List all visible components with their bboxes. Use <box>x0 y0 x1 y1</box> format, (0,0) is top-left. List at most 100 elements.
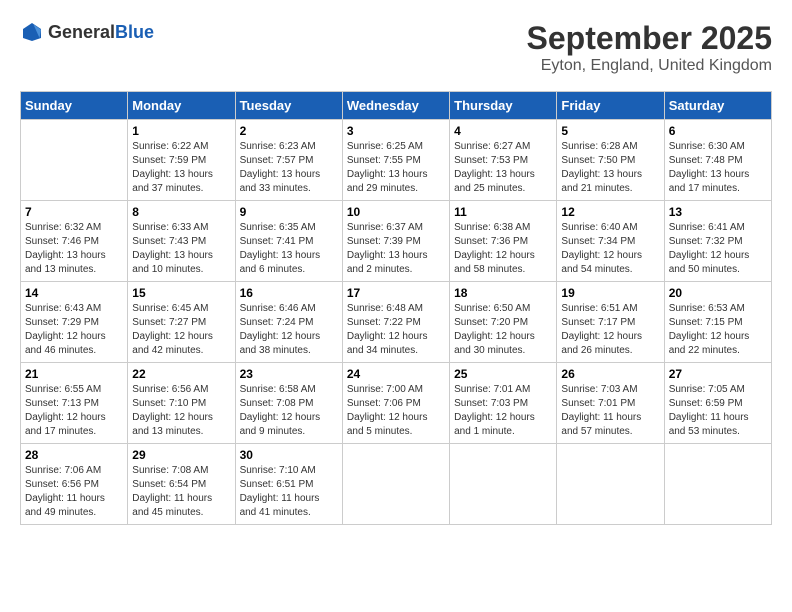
daylight-text: Daylight: 12 hours and 1 minute. <box>454 411 552 439</box>
day-cell-3-2: 23 Sunrise: 6:58 AMSunset: 7:08 PMDayligh… <box>235 363 342 444</box>
sunrise-text: Sunrise: 6:23 AM <box>240 140 338 154</box>
day-info: Sunrise: 6:45 AMSunset: 7:27 PMDaylight:… <box>132 302 230 358</box>
day-number: 8 <box>132 205 230 219</box>
month-title: September 2025 <box>527 20 772 57</box>
sunset-text: Sunset: 6:59 PM <box>669 397 767 411</box>
sunset-text: Sunset: 7:20 PM <box>454 316 552 330</box>
col-thursday: Thursday <box>450 92 557 120</box>
sunrise-text: Sunrise: 6:33 AM <box>132 221 230 235</box>
day-cell-2-5: 19Sunrise: 6:51 AMSunset: 7:17 PMDayligh… <box>557 282 664 363</box>
daylight-text: Daylight: 12 hours and 38 minutes. <box>240 330 338 358</box>
day-info: Sunrise: 7:03 AMSunset: 7:01 PMDaylight:… <box>561 383 659 439</box>
daylight-text: Daylight: 13 hours and 10 minutes. <box>132 249 230 277</box>
sunrise-text: Sunrise: 6:22 AM <box>132 140 230 154</box>
sunset-text: Sunset: 7:06 PM <box>347 397 445 411</box>
day-number: 19 <box>561 286 659 300</box>
day-info: Sunrise: 6:46 AMSunset: 7:24 PMDaylight:… <box>240 302 338 358</box>
sunrise-text: Sunrise: 7:06 AM <box>25 464 123 478</box>
day-number: 28 <box>25 448 123 462</box>
sunset-text: Sunset: 7:08 PM <box>240 397 338 411</box>
day-number: 4 <box>454 124 552 138</box>
title-block: September 2025 Eyton, England, United Ki… <box>527 20 772 75</box>
day-number: 26 <box>561 367 659 381</box>
week-row-3: 14Sunrise: 6:43 AMSunset: 7:29 PMDayligh… <box>21 282 772 363</box>
sunset-text: Sunset: 6:51 PM <box>240 478 338 492</box>
day-number: 24 <box>347 367 445 381</box>
sunset-text: Sunset: 7:01 PM <box>561 397 659 411</box>
sunset-text: Sunset: 7:13 PM <box>25 397 123 411</box>
day-cell-4-4 <box>450 444 557 525</box>
daylight-text: Daylight: 12 hours and 17 minutes. <box>25 411 123 439</box>
day-number: 22 <box>132 367 230 381</box>
sunset-text: Sunset: 7:41 PM <box>240 235 338 249</box>
day-cell-3-0: 21 Sunrise: 6:55 AMSunset: 7:13 PMDayligh… <box>21 363 128 444</box>
daylight-text: Daylight: 11 hours and 45 minutes. <box>132 492 230 520</box>
daylight-text: Daylight: 11 hours and 53 minutes. <box>669 411 767 439</box>
day-info: Sunrise: 6:32 AMSunset: 7:46 PMDaylight:… <box>25 221 123 277</box>
day-cell-1-4: 11Sunrise: 6:38 AMSunset: 7:36 PMDayligh… <box>450 201 557 282</box>
day-number: 18 <box>454 286 552 300</box>
day-cell-2-6: 20Sunrise: 6:53 AMSunset: 7:15 PMDayligh… <box>664 282 771 363</box>
day-info: Sunrise: 6:27 AMSunset: 7:53 PMDaylight:… <box>454 140 552 196</box>
sunrise-text: Sunrise: 7:03 AM <box>561 383 659 397</box>
sunrise-text: Sunrise: 6:51 AM <box>561 302 659 316</box>
sunset-text: Sunset: 7:03 PM <box>454 397 552 411</box>
day-number: 29 <box>132 448 230 462</box>
day-cell-3-4: 25Sunrise: 7:01 AMSunset: 7:03 PMDayligh… <box>450 363 557 444</box>
day-number: 14 <box>25 286 123 300</box>
sunrise-text: Sunrise: 6:32 AM <box>25 221 123 235</box>
sunrise-text: Sunrise: 7:08 AM <box>132 464 230 478</box>
day-info: Sunrise: 6:23 AMSunset: 7:57 PMDaylight:… <box>240 140 338 196</box>
calendar-header-row: Sunday Monday Tuesday Wednesday Thursday… <box>21 92 772 120</box>
sunrise-text: Sunrise: 6:41 AM <box>669 221 767 235</box>
sunrise-text: Sunrise: 6:56 AM <box>132 383 230 397</box>
daylight-text: Daylight: 11 hours and 49 minutes. <box>25 492 123 520</box>
day-info: Sunrise: 6:40 AMSunset: 7:34 PMDaylight:… <box>561 221 659 277</box>
day-cell-1-1: 8Sunrise: 6:33 AMSunset: 7:43 PMDaylight… <box>128 201 235 282</box>
sunrise-text: Sunrise: 6:35 AM <box>240 221 338 235</box>
day-number: 9 <box>240 205 338 219</box>
sunset-text: Sunset: 6:54 PM <box>132 478 230 492</box>
day-number: 23 <box>240 367 338 381</box>
day-cell-3-5: 26 Sunrise: 7:03 AMSunset: 7:01 PMDayligh… <box>557 363 664 444</box>
day-number: 3 <box>347 124 445 138</box>
sunset-text: Sunset: 7:39 PM <box>347 235 445 249</box>
daylight-text: Daylight: 12 hours and 26 minutes. <box>561 330 659 358</box>
daylight-text: Daylight: 12 hours and 54 minutes. <box>561 249 659 277</box>
sunset-text: Sunset: 7:57 PM <box>240 154 338 168</box>
daylight-text: Daylight: 12 hours and 22 minutes. <box>669 330 767 358</box>
day-number: 2 <box>240 124 338 138</box>
day-info: Sunrise: 6:22 AMSunset: 7:59 PMDaylight:… <box>132 140 230 196</box>
logo-text: GeneralBlue <box>48 22 154 43</box>
day-info: Sunrise: 6:55 AMSunset: 7:13 PMDaylight:… <box>25 383 123 439</box>
daylight-text: Daylight: 12 hours and 30 minutes. <box>454 330 552 358</box>
day-info: Sunrise: 7:00 AMSunset: 7:06 PMDaylight:… <box>347 383 445 439</box>
sunrise-text: Sunrise: 7:10 AM <box>240 464 338 478</box>
day-info: Sunrise: 6:58 AMSunset: 7:08 PMDaylight:… <box>240 383 338 439</box>
col-saturday: Saturday <box>664 92 771 120</box>
day-cell-1-0: 7Sunrise: 6:32 AMSunset: 7:46 PMDaylight… <box>21 201 128 282</box>
day-cell-0-0 <box>21 120 128 201</box>
day-cell-0-2: 2 Sunrise: 6:23 AMSunset: 7:57 PMDaylight… <box>235 120 342 201</box>
daylight-text: Daylight: 11 hours and 57 minutes. <box>561 411 659 439</box>
day-cell-0-1: 1Sunrise: 6:22 AMSunset: 7:59 PMDaylight… <box>128 120 235 201</box>
sunset-text: Sunset: 7:55 PM <box>347 154 445 168</box>
day-number: 20 <box>669 286 767 300</box>
daylight-text: Daylight: 13 hours and 2 minutes. <box>347 249 445 277</box>
day-cell-4-2: 30Sunrise: 7:10 AMSunset: 6:51 PMDayligh… <box>235 444 342 525</box>
sunset-text: Sunset: 7:27 PM <box>132 316 230 330</box>
daylight-text: Daylight: 13 hours and 6 minutes. <box>240 249 338 277</box>
page-header: GeneralBlue September 2025 Eyton, Englan… <box>20 20 772 75</box>
day-number: 21 <box>25 367 123 381</box>
day-info: Sunrise: 7:08 AMSunset: 6:54 PMDaylight:… <box>132 464 230 520</box>
sunrise-text: Sunrise: 6:25 AM <box>347 140 445 154</box>
day-cell-3-1: 22Sunrise: 6:56 AMSunset: 7:10 PMDayligh… <box>128 363 235 444</box>
daylight-text: Daylight: 13 hours and 33 minutes. <box>240 168 338 196</box>
sunrise-text: Sunrise: 6:45 AM <box>132 302 230 316</box>
sunset-text: Sunset: 7:53 PM <box>454 154 552 168</box>
day-cell-0-4: 4 Sunrise: 6:27 AMSunset: 7:53 PMDaylight… <box>450 120 557 201</box>
day-info: Sunrise: 7:05 AMSunset: 6:59 PMDaylight:… <box>669 383 767 439</box>
sunrise-text: Sunrise: 6:53 AM <box>669 302 767 316</box>
day-info: Sunrise: 6:48 AMSunset: 7:22 PMDaylight:… <box>347 302 445 358</box>
sunrise-text: Sunrise: 6:38 AM <box>454 221 552 235</box>
